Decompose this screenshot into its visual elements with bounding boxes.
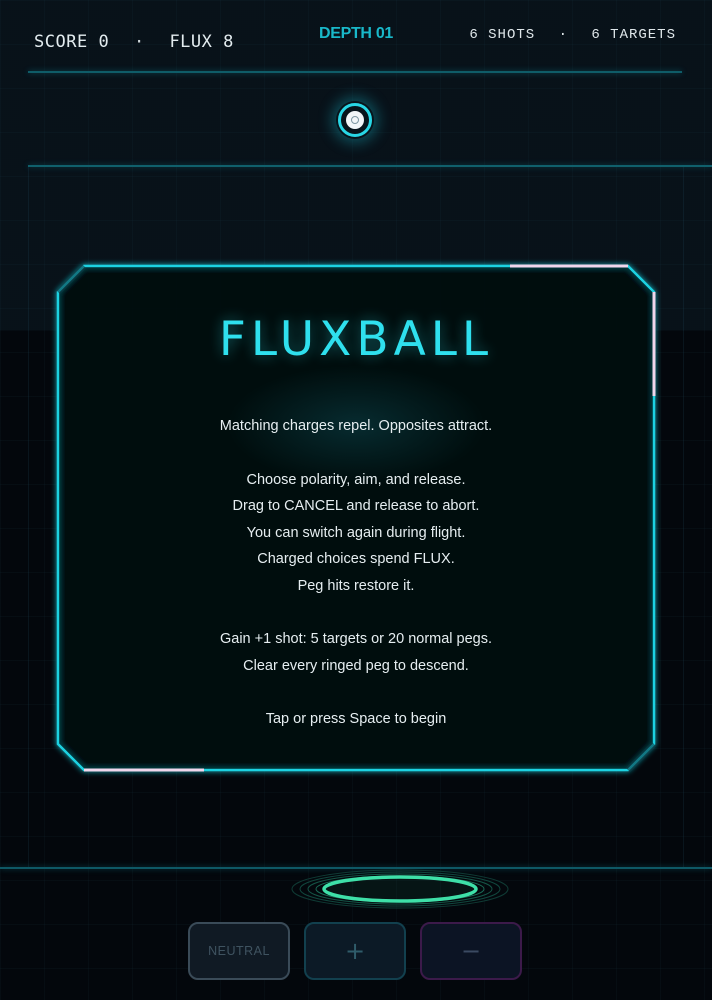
polarity-controls: NEUTRAL + − <box>188 922 524 980</box>
instruction-line: Matching charges repel. Opposites attrac… <box>219 418 493 434</box>
intro-panel[interactable]: FLUXBALL Matching charges repel. Opposit… <box>58 265 654 770</box>
hud-divider <box>28 71 682 73</box>
shots-count: 6 SHOTS <box>469 27 536 43</box>
target-bucket-icon <box>291 869 509 909</box>
game-title: FLUXBALL <box>218 312 494 367</box>
instruction-line: Clear every ringed peg to descend. <box>243 657 469 674</box>
hud-separator: · <box>558 27 568 43</box>
instruction-line: Gain +1 shot: 5 targets or 20 normal peg… <box>219 631 493 647</box>
start-prompt[interactable]: Tap or press Space to begin <box>58 706 654 733</box>
positive-button[interactable]: + <box>304 922 406 980</box>
instruction-line: Peg hits restore it. <box>297 577 415 594</box>
hud: SCORE 0 · FLUX 8 DEPTH 01 6 SHOTS · 6 TA… <box>0 0 712 73</box>
instruction-line: You can switch again during flight. <box>246 524 466 541</box>
hud-shots-targets: 6 SHOTS · 6 TARGETS <box>469 27 676 43</box>
negative-button[interactable]: − <box>420 922 522 980</box>
targets-count: 6 TARGETS <box>591 27 676 43</box>
ball-core <box>351 116 359 124</box>
launcher-ball-icon[interactable] <box>336 101 374 139</box>
neutral-button[interactable]: NEUTRAL <box>188 922 290 980</box>
instruction-line: Choose polarity, aim, and release. <box>246 471 466 488</box>
instruction-line: Charged choices spend FLUX. <box>257 551 455 567</box>
game-stage[interactable]: SCORE 0 · FLUX 8 DEPTH 01 6 SHOTS · 6 TA… <box>0 0 712 1000</box>
instructions: Matching charges repel. Opposites attrac… <box>58 413 654 733</box>
instruction-line: Drag to CANCEL and release to abort. <box>232 498 480 514</box>
